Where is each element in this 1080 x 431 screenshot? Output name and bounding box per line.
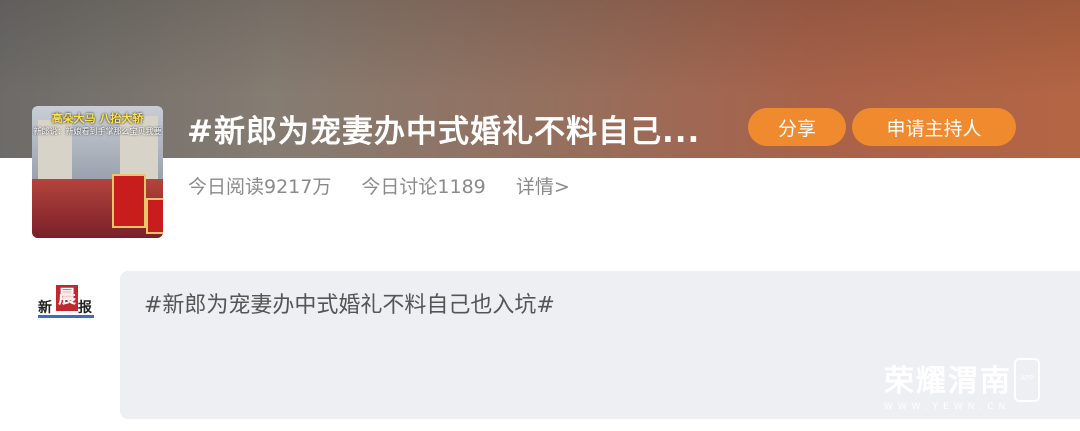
- logo-char-mid: 晨: [56, 285, 78, 311]
- topic-stats: 今日阅读9217万 今日讨论1189 详情>: [188, 172, 594, 199]
- discussion-count: 今日讨论1189: [361, 176, 486, 198]
- post-text[interactable]: #新郎为宠妻办中式婚礼不料自己也入坑#: [144, 287, 555, 319]
- publisher-avatar[interactable]: 新 晨 报: [38, 285, 94, 321]
- thumbnail-caption-line1: 高朵大马 八抬大轿: [51, 112, 144, 125]
- topic-title: #新郎为宠妻办中式婚礼不料自己...: [187, 114, 701, 150]
- read-count: 今日阅读9217万: [188, 176, 332, 198]
- thumbnail-caption-line2: 新郎说：新娘看到手掌那么宝贝我要: [33, 127, 162, 136]
- watermark: 荣耀渭南 WWW.YEWN.CN APP: [884, 356, 1040, 412]
- thumbnail-red-sign: [146, 198, 163, 234]
- logo-underline: [38, 315, 94, 318]
- logo-char-right: 报: [78, 300, 92, 316]
- watermark-name: 荣耀渭南: [884, 364, 1012, 399]
- details-link[interactable]: 详情>: [516, 176, 570, 198]
- logo-char-left: 新: [38, 300, 52, 316]
- phone-icon: APP: [1014, 358, 1040, 402]
- share-button[interactable]: 分享: [748, 108, 846, 146]
- thumbnail-red-sign: [112, 174, 146, 228]
- apply-host-button[interactable]: 申请主持人: [852, 108, 1016, 146]
- watermark-url: WWW.YEWN.CN: [884, 402, 1011, 412]
- topic-thumbnail[interactable]: 高朵大马 八抬大轿 新郎说：新娘看到手掌那么宝贝我要: [32, 106, 163, 238]
